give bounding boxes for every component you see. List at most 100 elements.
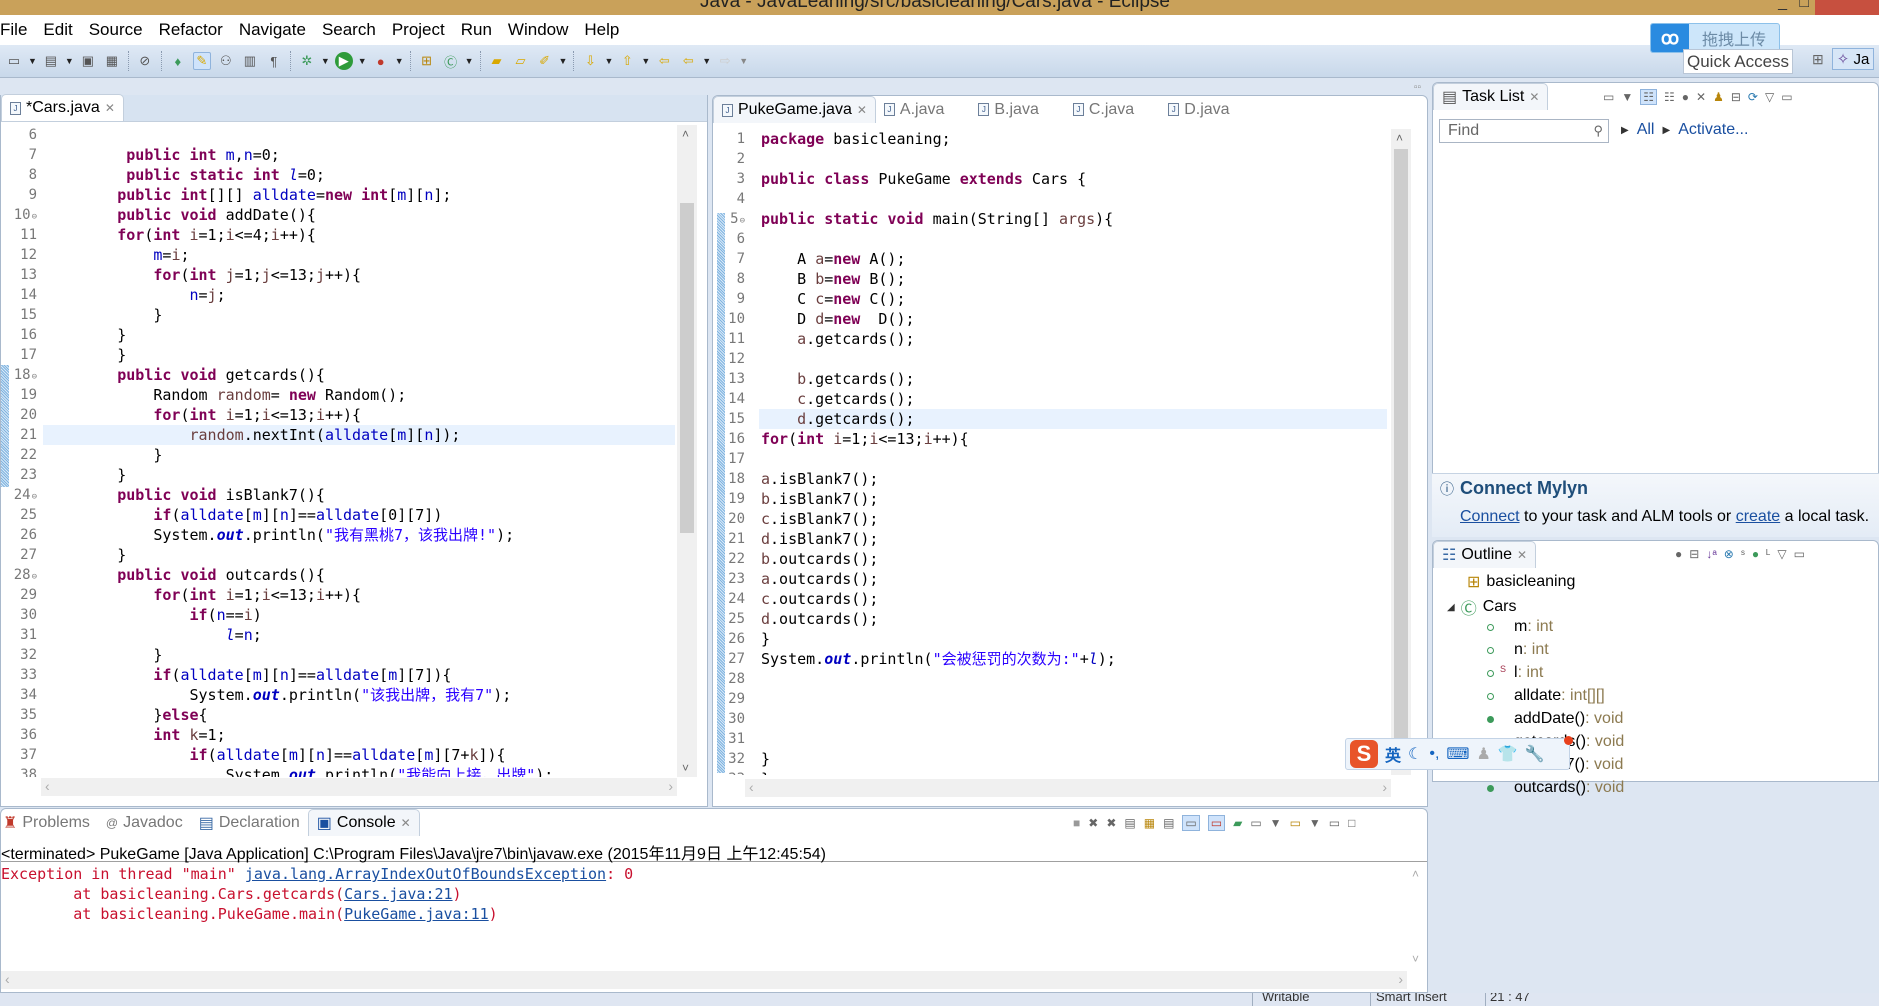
pilcrow-icon[interactable]: ¶	[265, 52, 283, 70]
back-dropdown[interactable]: ▼	[702, 56, 711, 66]
code-line[interactable]: System.out.println("我有黑桃7，该我出牌!");	[45, 525, 514, 545]
outline-member[interactable]: m : int	[1487, 618, 1553, 636]
menu-project[interactable]: Project	[384, 20, 453, 40]
maximize-view-icon[interactable]: □	[1348, 816, 1355, 830]
hide-static-icon[interactable]: ˢ	[1741, 547, 1745, 561]
code-line[interactable]: l=n;	[45, 625, 262, 645]
new-class-dropdown[interactable]: ▼	[465, 56, 474, 66]
new-package-icon[interactable]: ⊞	[418, 52, 436, 70]
maximize-editor-icon[interactable]: ▫▫	[1414, 82, 1421, 93]
show-on-stderr-icon[interactable]: ▭	[1207, 815, 1226, 831]
new-task-dropdown[interactable]: ▼	[1621, 90, 1633, 104]
word-wrap-icon[interactable]: ▤	[1163, 816, 1174, 830]
user-icon[interactable]: ♟	[1477, 744, 1491, 764]
code-line[interactable]: for(int i=1;i<=4;i++){	[45, 225, 316, 245]
outline-member[interactable]: n : int	[1487, 641, 1549, 659]
show-only-my-tasks-icon[interactable]: ♟	[1713, 90, 1724, 104]
code-line[interactable]: public void outcards(){	[45, 565, 325, 585]
code-line[interactable]: if(alldate[m][n]==alldate[m][7]){	[45, 665, 451, 685]
close-tab-icon[interactable]: ✕	[1529, 90, 1539, 104]
punctuation-icon[interactable]: •,	[1429, 745, 1439, 763]
scroll-right-icon[interactable]: ›	[668, 778, 673, 794]
cars-horizontal-scrollbar[interactable]: ‹ ›	[41, 778, 677, 796]
new-task-icon[interactable]: ▭	[1603, 90, 1614, 104]
console-vertical-scrollbar[interactable]: ˄ ˅	[1407, 865, 1427, 968]
scroll-up-icon[interactable]: ˄	[682, 127, 689, 141]
code-line[interactable]: d.outcards();	[761, 609, 878, 629]
ime-toolbar[interactable]: S 英 ☾ •, ⌨ ♟ 👕 🔧	[1345, 736, 1573, 770]
all-link[interactable]: All	[1637, 121, 1655, 141]
tab-javadoc[interactable]: @ Javadoc	[98, 809, 191, 836]
scroll-down-icon[interactable]: ˅	[682, 761, 689, 775]
tab-console[interactable]: ▣ Console ✕	[307, 809, 420, 836]
console-link[interactable]: Cars.java:21	[344, 885, 452, 903]
code-line[interactable]: d.getcards();	[761, 409, 914, 429]
menu-source[interactable]: Source	[81, 20, 151, 40]
hide-nonpublic-icon[interactable]: ●	[1752, 547, 1759, 561]
open-perspective-icon[interactable]: ⊞	[1812, 51, 1824, 68]
code-line[interactable]: random.nextInt(alldate[m][n]);	[45, 425, 461, 445]
hide-fields-icon[interactable]: ⊗	[1724, 547, 1734, 561]
display-console-dropdown[interactable]: ▼	[1270, 816, 1282, 830]
wrench-icon[interactable]: 🔧	[1525, 744, 1545, 764]
code-line[interactable]: System.out.println("会被惩罚的次数为:"+l);	[761, 649, 1116, 669]
minimize-view-icon[interactable]: ▭	[1329, 816, 1340, 830]
code-line[interactable]: b.getcards();	[761, 369, 914, 389]
scroll-down-icon[interactable]: ˅	[1412, 952, 1419, 966]
cars-vertical-scrollbar[interactable]: ˄ ˅	[677, 125, 697, 777]
code-line[interactable]: public void isBlank7(){	[45, 485, 325, 505]
menu-help[interactable]: Help	[576, 20, 627, 40]
remove-all-launches-icon[interactable]: ✖	[1106, 816, 1116, 830]
code-line[interactable]: a.outcards();	[761, 569, 878, 589]
code-line[interactable]: if(n==i)	[45, 605, 262, 625]
console-output[interactable]: Exception in thread "main" java.lang.Arr…	[1, 865, 1407, 965]
new-file-dropdown[interactable]: ▼	[65, 56, 74, 66]
outline-member[interactable]: addDate() : void	[1487, 710, 1623, 728]
code-line[interactable]: }	[45, 545, 126, 565]
sort-icon[interactable]: ↓ᵃ	[1706, 547, 1716, 561]
code-line[interactable]: a.getcards();	[761, 329, 914, 349]
hide-completed-icon[interactable]: ✕	[1696, 90, 1706, 104]
code-line[interactable]: public int[][] alldate=new int[m][n];	[45, 185, 451, 205]
new-file-icon[interactable]: ▤	[42, 52, 60, 70]
scroll-left-icon[interactable]: ‹	[45, 778, 50, 794]
code-line[interactable]: d.isBlank7();	[761, 529, 878, 549]
code-line[interactable]: }	[45, 325, 126, 345]
scroll-up-icon[interactable]: ˄	[1396, 131, 1403, 145]
view-menu-icon[interactable]: ▽	[1765, 90, 1774, 104]
previous-annotation-icon[interactable]: ⇧	[618, 52, 636, 70]
code-line[interactable]: }	[45, 305, 162, 325]
outline-member[interactable]: Sl : int	[1487, 664, 1543, 682]
fold-icon[interactable]: ⊖	[740, 216, 745, 226]
focus-icon[interactable]: ●	[1682, 90, 1689, 104]
external-tools-icon[interactable]: ●	[372, 52, 390, 70]
code-line[interactable]: }	[45, 345, 126, 365]
code-line[interactable]: A a=new A();	[761, 249, 905, 269]
close-tab-icon[interactable]: ✕	[857, 103, 867, 117]
scroll-right-icon[interactable]: ›	[1398, 971, 1403, 987]
fold-icon[interactable]: ⊖	[32, 372, 37, 382]
scroll-left-icon[interactable]: ‹	[749, 779, 754, 795]
focus-icon[interactable]: ●	[1675, 547, 1682, 561]
console-link[interactable]: PukeGame.java:11	[344, 905, 489, 923]
minimize-button[interactable]: _	[1778, 0, 1787, 12]
code-line[interactable]: public int m,n=0;	[45, 145, 280, 165]
code-line[interactable]: for(int i=1;i<=13;i++){	[45, 405, 361, 425]
quick-access-input[interactable]: Quick Access	[1683, 49, 1793, 74]
menu-refactor[interactable]: Refactor	[151, 20, 231, 40]
code-line[interactable]: public static void main(String[] args){	[761, 209, 1113, 229]
next-annotation-dropdown[interactable]: ▼	[604, 56, 613, 66]
activate-link[interactable]: Activate...	[1678, 121, 1748, 141]
tab-declaration[interactable]: ▤ Declaration	[191, 809, 308, 836]
code-line[interactable]: C c=new C();	[761, 289, 905, 309]
create-link[interactable]: create	[1736, 508, 1780, 525]
last-edit-icon[interactable]: ⇦	[655, 52, 673, 70]
remove-launch-icon[interactable]: ✖	[1088, 816, 1098, 830]
code-line[interactable]: c.outcards();	[761, 589, 878, 609]
console-horizontal-scrollbar[interactable]: ‹ ›	[1, 971, 1407, 989]
open-folder-icon[interactable]: ▱	[512, 52, 530, 70]
tab-cars-java[interactable]: J *Cars.java ✕	[1, 94, 124, 121]
view-menu-icon[interactable]: ▽	[1777, 547, 1786, 561]
scroll-up-icon[interactable]: ˄	[1412, 867, 1419, 881]
code-line[interactable]: }	[45, 445, 162, 465]
